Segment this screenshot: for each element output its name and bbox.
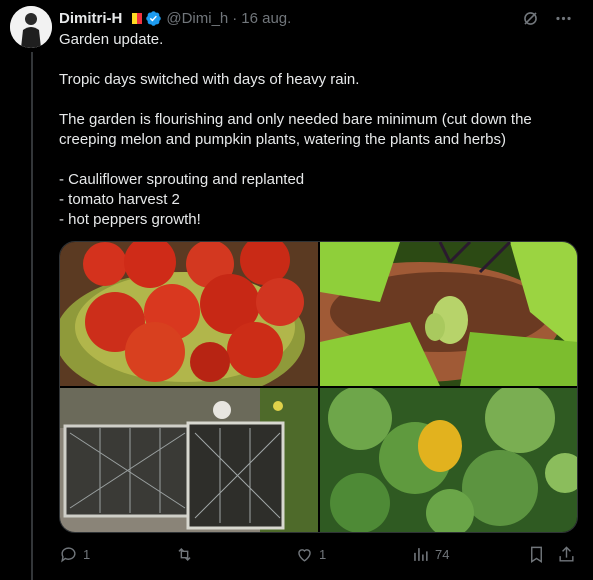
dot-separator: · (232, 9, 238, 27)
grok-icon[interactable] (521, 9, 540, 28)
belgium-flag-icon (127, 12, 143, 24)
share-icon (559, 546, 574, 562)
like-button[interactable]: 1 (295, 545, 326, 564)
tweet-date[interactable]: 16 aug. (241, 10, 291, 27)
retweet-button[interactable] (175, 545, 199, 564)
views-button[interactable]: 74 (411, 545, 449, 564)
view-count: 74 (435, 547, 450, 562)
share-button[interactable] (557, 545, 576, 564)
author-name[interactable]: Dimitri-H (59, 10, 122, 27)
media-photo-tomatoes[interactable] (60, 242, 318, 386)
heart-icon (298, 549, 311, 562)
verified-badge-icon[interactable] (145, 10, 162, 27)
retweet-icon (178, 547, 191, 562)
tweet-text: Garden update. Tropic days switched with… (59, 31, 532, 228)
analytics-icon (414, 548, 428, 561)
reply-icon (61, 547, 76, 563)
reply-count: 1 (83, 547, 91, 562)
media-photo-pumpkin-plant[interactable] (320, 388, 577, 532)
action-bar: 1 1 74 (59, 545, 579, 567)
like-count: 1 (319, 547, 327, 562)
media-photo-seedling-cages[interactable] (60, 388, 318, 532)
tweet-header: Dimitri-H @Dimi_h · 16 aug. (59, 8, 291, 28)
author-handle[interactable]: @Dimi_h (166, 10, 228, 27)
media-grid (59, 241, 578, 533)
bookmark-button[interactable] (527, 545, 546, 564)
reply-button[interactable]: 1 (59, 545, 90, 564)
media-photo-peppers[interactable] (320, 242, 577, 386)
bookmark-icon (531, 546, 542, 563)
thread-line (31, 52, 33, 580)
more-icon[interactable] (554, 9, 573, 28)
avatar[interactable] (10, 6, 52, 48)
